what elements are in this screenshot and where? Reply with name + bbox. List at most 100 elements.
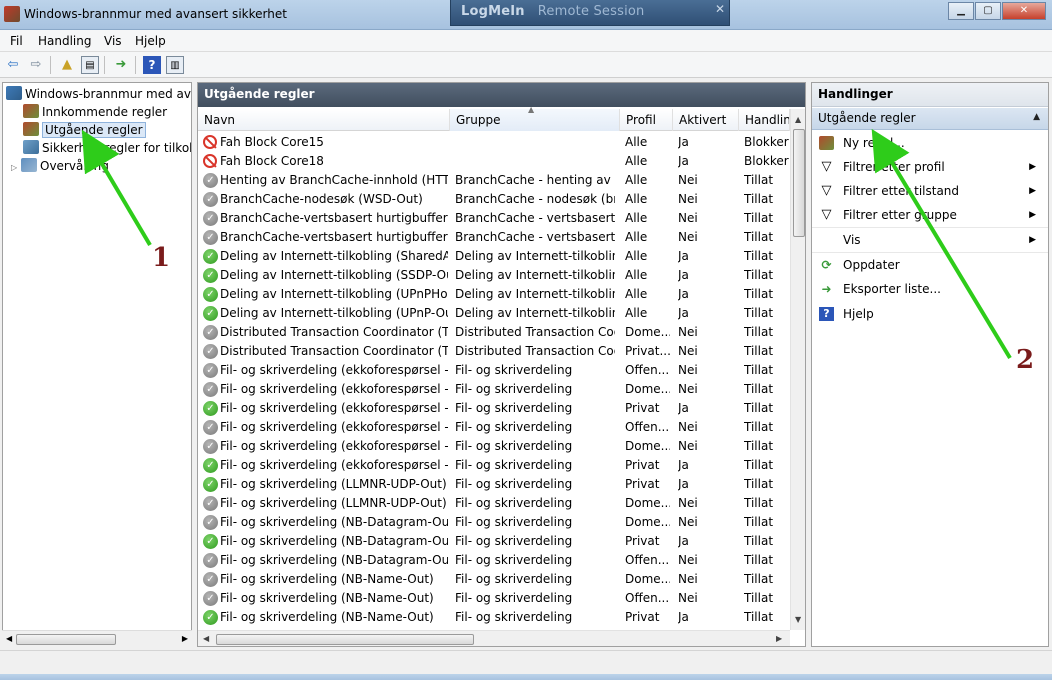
rule-row[interactable]: Fah Block Core18 Alle Ja Blokker: [198, 152, 790, 171]
forward-arrow-icon[interactable]: ⇨: [27, 56, 45, 74]
rule-name-cell: Fah Block Core18: [220, 154, 324, 168]
rule-row[interactable]: ✓ Fil- og skriverdeling (ekkoforespørsel …: [198, 437, 790, 456]
rule-row[interactable]: ✓ BranchCache-nodesøk (WSD-Out) BranchCach…: [198, 190, 790, 209]
rule-row[interactable]: ✓ Fil- og skriverdeling (NB-Datagram-Out)…: [198, 532, 790, 551]
maximize-button[interactable]: ▢: [975, 2, 1001, 20]
rule-profile-cell: Alle: [625, 154, 648, 168]
rule-row[interactable]: ✓ Henting av BranchCache-innhold (HTTP...…: [198, 171, 790, 190]
collapse-arrow-icon[interactable]: ▲: [1033, 112, 1040, 122]
action-refresh[interactable]: ⟳ Oppdater: [812, 254, 1048, 276]
rule-name-cell: Fil- og skriverdeling (NB-Datagram-Out): [220, 515, 448, 529]
rule-row[interactable]: ✓ Fil- og skriverdeling (ekkoforespørsel …: [198, 361, 790, 380]
scroll-up-arrow-icon[interactable]: ▲: [795, 115, 801, 124]
rule-row[interactable]: ✓ Fil- og skriverdeling (LLMNR-UDP-Out) Fi…: [198, 494, 790, 513]
rule-profile-cell: Offen...: [625, 420, 670, 434]
tree-item-inbound-rules[interactable]: Innkommende regler: [23, 103, 167, 121]
block-rule-icon: [203, 135, 217, 149]
column-header-name[interactable]: Navn: [198, 109, 450, 131]
tree-item-connection-security-rules[interactable]: Sikkerhetsregler for tilkoblinger: [23, 139, 191, 157]
menu-handling[interactable]: Handling: [38, 34, 92, 48]
rule-group-cell: BranchCache - nodesøk (br...: [455, 192, 615, 206]
column-header-enabled[interactable]: Aktivert: [673, 109, 739, 131]
rule-group-cell: Deling av Internett-tilkobling: [455, 287, 615, 301]
menu-fil[interactable]: Fil: [10, 34, 23, 48]
rule-enabled-cell: Ja: [678, 268, 689, 282]
rule-row[interactable]: ✓ Fil- og skriverdeling (ekkoforespørsel …: [198, 456, 790, 475]
scroll-down-arrow-icon[interactable]: ▼: [795, 615, 801, 624]
tree-scroll-thumb[interactable]: [16, 634, 116, 645]
rule-name-cell: Fil- og skriverdeling (ekkoforespørsel -…: [220, 458, 448, 472]
rule-row[interactable]: ✓Deling av Internett-tilkobling (SharedA…: [198, 247, 790, 266]
menu-vis[interactable]: Vis: [104, 34, 122, 48]
rule-row[interactable]: ✓ Fil- og skriverdeling (ekkoforespørsel …: [198, 380, 790, 399]
rule-row[interactable]: ✓ Distributed Transaction Coordinator (TC…: [198, 342, 790, 361]
column-header-profile[interactable]: Profil: [620, 109, 673, 131]
back-arrow-icon[interactable]: ⇦: [4, 56, 22, 74]
rule-profile-cell: Dome...: [625, 496, 670, 510]
action-filter-by-group[interactable]: ▽ Filtrer etter gruppe ▶: [812, 204, 1048, 226]
rule-row[interactable]: ✓ Fil- og skriverdeling (NB-Datagram-Out)…: [198, 551, 790, 570]
rule-row[interactable]: ✓ Distributed Transaction Coordinator (TC…: [198, 323, 790, 342]
rules-hscroll-thumb[interactable]: [216, 634, 474, 645]
rule-action-cell: Blokker: [744, 154, 789, 168]
action-help[interactable]: ? Hjelp: [812, 303, 1048, 325]
rules-list: Fah Block Core15 Alle Ja Blokker Fah Block C…: [198, 133, 790, 627]
inbound-rules-icon: [23, 104, 39, 118]
close-button[interactable]: ✕: [1002, 2, 1046, 20]
export-list-icon[interactable]: ➜: [112, 56, 130, 74]
scroll-left-arrow-icon[interactable]: ◀: [6, 634, 12, 643]
rule-enabled-cell: Ja: [678, 458, 689, 472]
rule-row[interactable]: ✓ Fil- og skriverdeling (NB-Name-Out) Fil-…: [198, 608, 790, 627]
rule-row[interactable]: ✓ Fil- og skriverdeling (NB-Name-Out) Fil-…: [198, 570, 790, 589]
scroll-left-arrow-icon[interactable]: ◀: [203, 634, 209, 643]
scroll-right-arrow-icon[interactable]: ▶: [776, 634, 782, 643]
rule-row[interactable]: ✓BranchCache-vertsbasert hurtigbufferkli…: [198, 209, 790, 228]
show-hide-action-pane-icon[interactable]: ▥: [166, 56, 184, 74]
rule-row[interactable]: ✓ Fil- og skriverdeling (ekkoforespørsel …: [198, 418, 790, 437]
rule-row[interactable]: Fah Block Core15 Alle Ja Blokker: [198, 133, 790, 152]
rules-scroll-thumb[interactable]: [793, 129, 805, 237]
scroll-right-arrow-icon[interactable]: ▶: [182, 634, 188, 643]
tree-root[interactable]: Windows-brannmur med avansert sikkerhet: [6, 85, 191, 103]
rule-name-cell: Distributed Transaction Coordinator (TC.…: [220, 344, 448, 358]
action-view[interactable]: Vis ▶: [812, 229, 1048, 251]
rule-row[interactable]: ✓BranchCache-vertsbasert hurtigbufferser…: [198, 228, 790, 247]
show-hide-tree-icon[interactable]: ▤: [81, 56, 99, 74]
rule-name-cell: Distributed Transaction Coordinator (TC.…: [220, 325, 448, 339]
actions-panel: Handlinger Utgående regler ▲ Ny regel...…: [811, 82, 1049, 647]
column-header-group[interactable]: Gruppe: [450, 109, 620, 131]
action-label: Filtrer etter profil: [843, 160, 945, 174]
rule-row[interactable]: ✓ Fil- og skriverdeling (LLMNR-UDP-Out) Fi…: [198, 475, 790, 494]
actions-section-header[interactable]: Utgående regler ▲: [812, 108, 1048, 130]
rule-profile-cell: Dome...: [625, 515, 670, 529]
rule-group-cell: Distributed Transaction Coo...: [455, 325, 615, 339]
column-header-action[interactable]: Handling: [739, 109, 790, 131]
remote-session-close-icon[interactable]: ✕: [715, 2, 725, 16]
action-new-rule[interactable]: Ny regel...: [812, 132, 1048, 154]
action-export-list[interactable]: ➜ Eksporter liste...: [812, 278, 1048, 300]
rule-action-cell: Tillat: [744, 230, 774, 244]
rule-action-cell: Tillat: [744, 420, 774, 434]
action-filter-by-profile[interactable]: ▽ Filtrer etter profil ▶: [812, 156, 1048, 178]
rules-horizontal-scrollbar[interactable]: ◀ ▶: [198, 630, 790, 646]
help-icon[interactable]: ?: [143, 56, 161, 74]
rule-row[interactable]: ✓ Fil- og skriverdeling (ekkoforespørsel …: [198, 399, 790, 418]
tree-item-monitoring[interactable]: ▷ Overvåking: [11, 157, 109, 175]
minimize-button[interactable]: ▁: [948, 2, 974, 20]
tree-item-outbound-rules[interactable]: Utgående regler: [23, 121, 146, 139]
rule-row[interactable]: ✓ Deling av Internett-tilkobling (UPnPHos…: [198, 285, 790, 304]
rules-vertical-scrollbar[interactable]: ▲ ▼: [790, 109, 805, 630]
expand-arrow-icon[interactable]: ▷: [11, 159, 21, 177]
menu-hjelp[interactable]: Hjelp: [135, 34, 166, 48]
actions-divider: [812, 227, 1048, 228]
tree-horizontal-scrollbar[interactable]: ◀ ▶: [2, 630, 192, 647]
action-filter-by-state[interactable]: ▽ Filtrer etter tilstand ▶: [812, 180, 1048, 202]
rule-row[interactable]: ✓ Deling av Internett-tilkobling (UPnP-Ou…: [198, 304, 790, 323]
rule-row[interactable]: ✓ Fil- og skriverdeling (NB-Datagram-Out)…: [198, 513, 790, 532]
rule-row[interactable]: ✓ Fil- og skriverdeling (NB-Name-Out) Fil-…: [198, 589, 790, 608]
rule-enabled-cell: Nei: [678, 173, 698, 187]
rule-row[interactable]: ✓ Deling av Internett-tilkobling (SSDP-Ou…: [198, 266, 790, 285]
rule-enabled-cell: Ja: [678, 534, 689, 548]
rule-enabled-cell: Nei: [678, 572, 698, 586]
up-folder-icon[interactable]: ▲: [58, 56, 76, 74]
